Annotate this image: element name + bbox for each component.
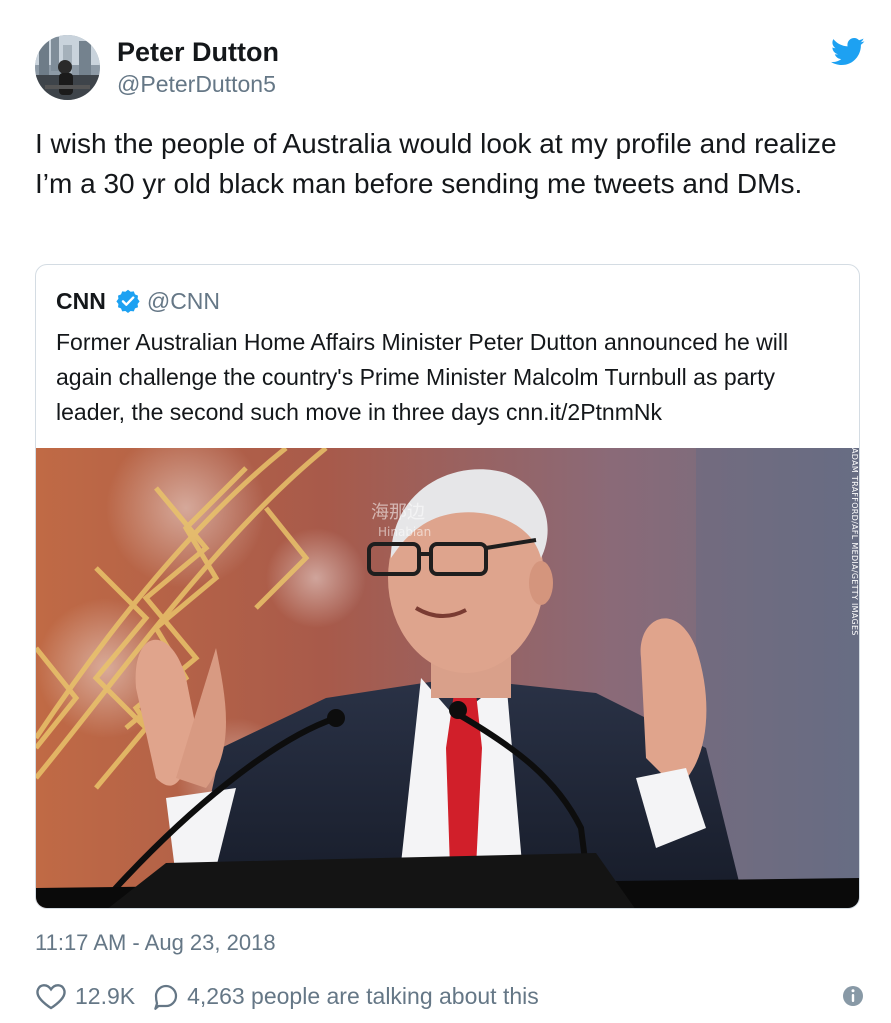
- verified-badge-icon: [116, 289, 140, 313]
- quoted-author-handle[interactable]: @CNN: [147, 288, 220, 315]
- svg-text:Hinabian: Hinabian: [378, 525, 431, 539]
- svg-text:海那边: 海那边: [371, 502, 425, 523]
- tweet-text: I wish the people of Australia would loo…: [35, 128, 837, 199]
- tweet-actions: 12.9K 4,263 people are talking about thi…: [35, 978, 865, 1014]
- quoted-tweet-photo[interactable]: 海那边 Hinabian ADAM TRAFFORD/AFL MEDIA/GET…: [36, 448, 859, 908]
- tweet-timestamp[interactable]: 11:17 AM - Aug 23, 2018: [35, 930, 276, 956]
- tweet-card: Peter Dutton @PeterDutton5 I wish the pe…: [0, 0, 891, 1023]
- quoted-tweet[interactable]: CNN @CNN Former Australian Home Affairs …: [35, 264, 860, 909]
- quoted-tweet-header: CNN @CNN: [56, 285, 220, 317]
- author-names[interactable]: Peter Dutton @PeterDutton5: [117, 35, 279, 99]
- twitter-bird-icon[interactable]: [831, 37, 865, 67]
- quoted-tweet-text: Former Australian Home Affairs Minister …: [56, 329, 789, 425]
- photo-credit: ADAM TRAFFORD/AFL MEDIA/GETTY IMAGES: [850, 448, 859, 636]
- quoted-author-name[interactable]: CNN: [56, 288, 106, 315]
- author-display-name[interactable]: Peter Dutton: [117, 35, 279, 69]
- watermark-graphic: 海那边 Hinabian: [371, 502, 431, 539]
- avatar[interactable]: [35, 35, 100, 100]
- info-icon[interactable]: [841, 984, 865, 1008]
- like-count[interactable]: 12.9K: [75, 983, 135, 1010]
- speech-bubble-icon[interactable]: [151, 981, 181, 1011]
- conversation-count[interactable]: 4,263 people are talking about this: [187, 983, 539, 1010]
- tweet-header: Peter Dutton @PeterDutton5: [35, 33, 865, 103]
- heart-icon[interactable]: [35, 980, 67, 1012]
- author-handle[interactable]: @PeterDutton5: [117, 69, 279, 99]
